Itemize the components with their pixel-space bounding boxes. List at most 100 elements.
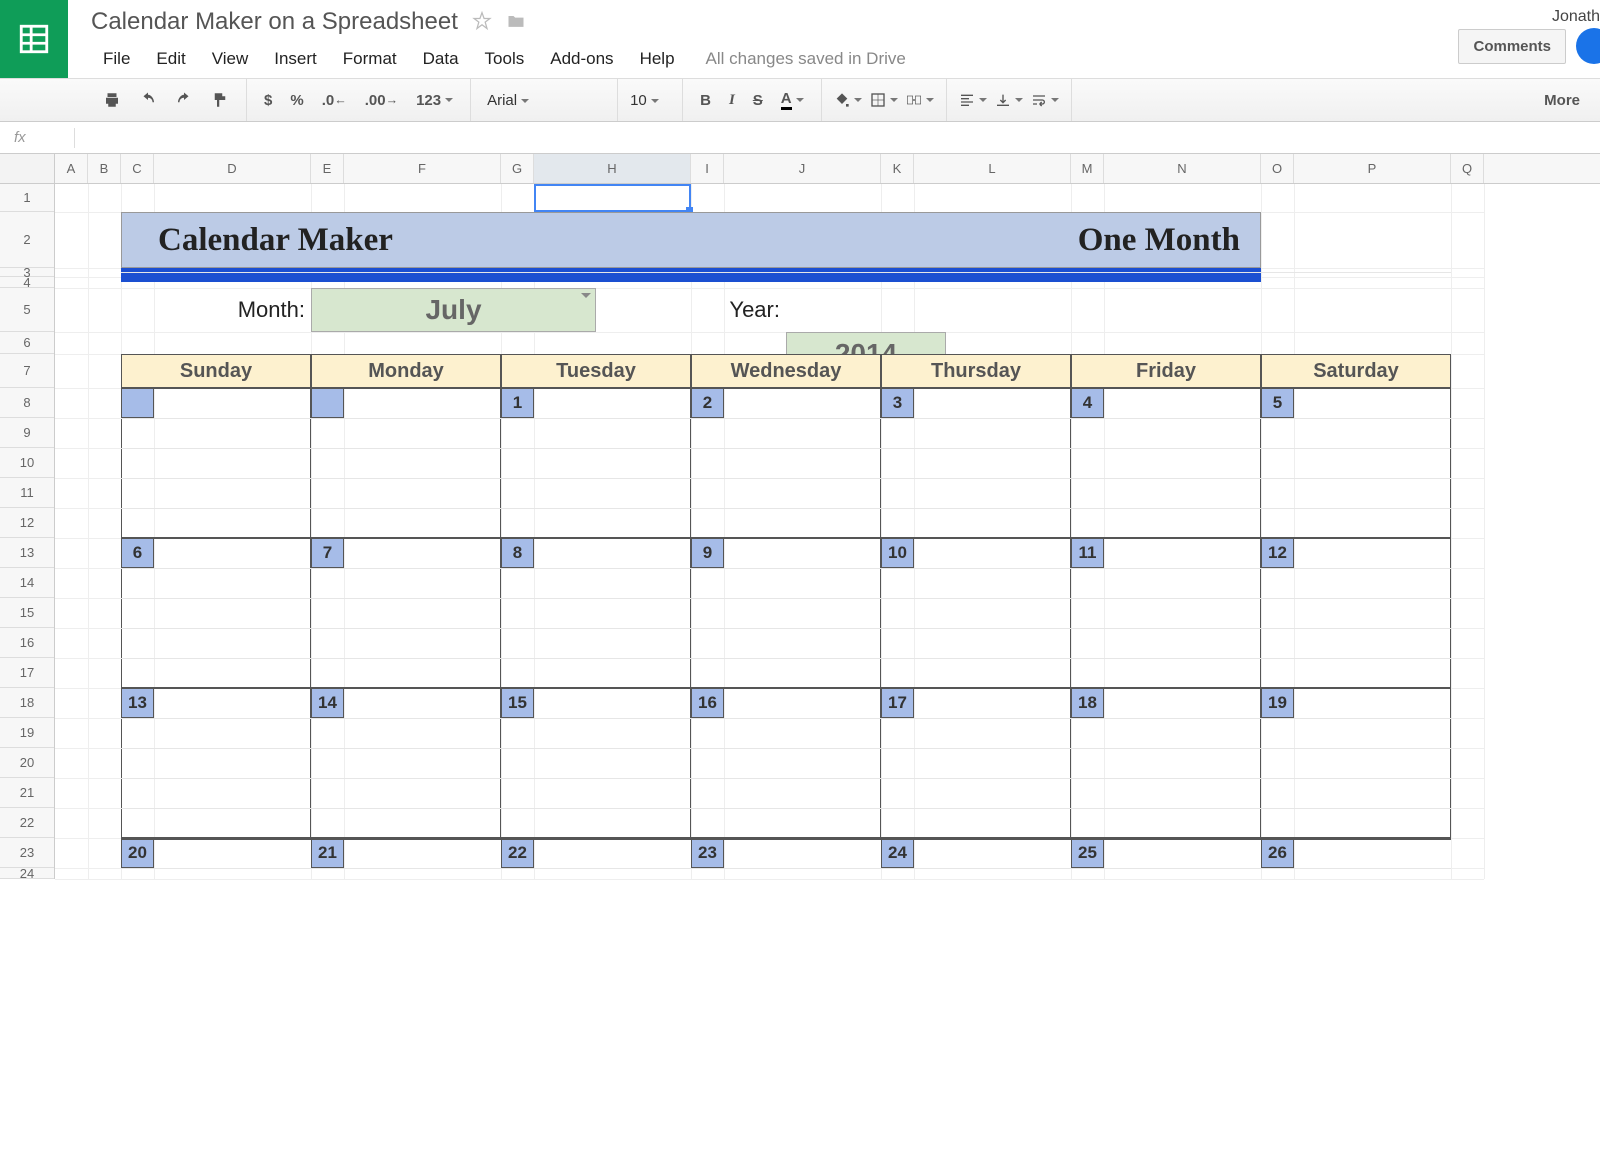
row-header-7[interactable]: 7: [0, 354, 54, 388]
date-cell[interactable]: 7: [311, 538, 344, 568]
date-cell[interactable]: 12: [1261, 538, 1294, 568]
merge-button[interactable]: [905, 85, 935, 115]
menu-edit[interactable]: Edit: [143, 45, 198, 73]
row-header-15[interactable]: 15: [0, 598, 54, 628]
date-cell[interactable]: 6: [121, 538, 154, 568]
col-header-O[interactable]: O: [1261, 154, 1294, 183]
font-select[interactable]: Arial: [479, 88, 609, 113]
menu-file[interactable]: File: [90, 45, 143, 73]
date-cell[interactable]: 22: [501, 838, 534, 868]
font-size-select[interactable]: 10: [626, 88, 674, 113]
date-cell[interactable]: 14: [311, 688, 344, 718]
date-cell[interactable]: 4: [1071, 388, 1104, 418]
strikethrough-button[interactable]: S: [747, 85, 769, 115]
date-cell[interactable]: 26: [1261, 838, 1294, 868]
menu-help[interactable]: Help: [627, 45, 688, 73]
undo-icon[interactable]: [133, 85, 163, 115]
row-header-10[interactable]: 10: [0, 448, 54, 478]
date-cell[interactable]: [311, 388, 344, 418]
col-header-F[interactable]: F: [344, 154, 501, 183]
row-header-9[interactable]: 9: [0, 418, 54, 448]
date-cell[interactable]: 24: [881, 838, 914, 868]
row-header-5[interactable]: 5: [0, 288, 54, 332]
col-header-I[interactable]: I: [691, 154, 724, 183]
row-header-12[interactable]: 12: [0, 508, 54, 538]
month-dropdown[interactable]: July: [311, 288, 596, 332]
date-cell[interactable]: 23: [691, 838, 724, 868]
row-header-6[interactable]: 6: [0, 332, 54, 354]
halign-button[interactable]: [958, 85, 988, 115]
formula-input[interactable]: [85, 122, 1600, 153]
col-header-H[interactable]: H: [534, 154, 691, 183]
col-header-L[interactable]: L: [914, 154, 1071, 183]
paint-format-icon[interactable]: [205, 85, 235, 115]
cells-area[interactable]: Calendar Maker One Month Month: July Yea…: [55, 184, 1600, 879]
menu-tools[interactable]: Tools: [472, 45, 538, 73]
col-header-A[interactable]: A: [55, 154, 88, 183]
col-header-P[interactable]: P: [1294, 154, 1451, 183]
row-header-17[interactable]: 17: [0, 658, 54, 688]
row-header-11[interactable]: 11: [0, 478, 54, 508]
inc-decimal-button[interactable]: .00→: [359, 85, 404, 115]
menu-format[interactable]: Format: [330, 45, 410, 73]
more-button[interactable]: More: [1524, 92, 1600, 109]
row-header-2[interactable]: 2: [0, 212, 54, 268]
date-cell[interactable]: 25: [1071, 838, 1104, 868]
date-cell[interactable]: 17: [881, 688, 914, 718]
menu-addons[interactable]: Add-ons: [537, 45, 626, 73]
row-header-13[interactable]: 13: [0, 538, 54, 568]
date-cell[interactable]: 5: [1261, 388, 1294, 418]
wrap-button[interactable]: [1030, 85, 1060, 115]
date-cell[interactable]: [121, 388, 154, 418]
percent-button[interactable]: %: [284, 85, 309, 115]
row-header-1[interactable]: 1: [0, 184, 54, 212]
comments-button[interactable]: Comments: [1458, 29, 1566, 64]
dec-decimal-button[interactable]: .0←: [316, 85, 353, 115]
date-cell[interactable]: 19: [1261, 688, 1294, 718]
col-header-D[interactable]: D: [154, 154, 311, 183]
folder-icon[interactable]: [506, 11, 526, 34]
col-header-B[interactable]: B: [88, 154, 121, 183]
row-header-4[interactable]: 4: [0, 277, 54, 288]
col-header-M[interactable]: M: [1071, 154, 1104, 183]
row-header-24[interactable]: 24: [0, 868, 54, 879]
col-header-G[interactable]: G: [501, 154, 534, 183]
doc-title[interactable]: Calendar Maker on a Spreadsheet: [91, 8, 458, 36]
date-cell[interactable]: 8: [501, 538, 534, 568]
date-cell[interactable]: 11: [1071, 538, 1104, 568]
sheets-logo[interactable]: [0, 0, 68, 78]
row-header-14[interactable]: 14: [0, 568, 54, 598]
bold-button[interactable]: B: [694, 85, 717, 115]
col-header-C[interactable]: C: [121, 154, 154, 183]
row-header-8[interactable]: 8: [0, 388, 54, 418]
italic-button[interactable]: I: [723, 85, 741, 115]
date-cell[interactable]: 9: [691, 538, 724, 568]
date-cell[interactable]: 20: [121, 838, 154, 868]
row-header-16[interactable]: 16: [0, 628, 54, 658]
row-header-20[interactable]: 20: [0, 748, 54, 778]
date-cell[interactable]: 16: [691, 688, 724, 718]
menu-data[interactable]: Data: [410, 45, 472, 73]
row-header-18[interactable]: 18: [0, 688, 54, 718]
col-header-K[interactable]: K: [881, 154, 914, 183]
date-cell[interactable]: 18: [1071, 688, 1104, 718]
fill-color-button[interactable]: [833, 85, 863, 115]
menu-view[interactable]: View: [199, 45, 262, 73]
text-color-button[interactable]: A: [775, 85, 810, 115]
row-header-23[interactable]: 23: [0, 838, 54, 868]
col-header-J[interactable]: J: [724, 154, 881, 183]
date-cell[interactable]: 13: [121, 688, 154, 718]
date-cell[interactable]: 21: [311, 838, 344, 868]
star-icon[interactable]: [472, 11, 492, 34]
redo-icon[interactable]: [169, 85, 199, 115]
col-header-N[interactable]: N: [1104, 154, 1261, 183]
date-cell[interactable]: 1: [501, 388, 534, 418]
col-header-E[interactable]: E: [311, 154, 344, 183]
print-icon[interactable]: [97, 85, 127, 115]
date-cell[interactable]: 15: [501, 688, 534, 718]
col-header-Q[interactable]: Q: [1451, 154, 1484, 183]
row-header-22[interactable]: 22: [0, 808, 54, 838]
date-cell[interactable]: 10: [881, 538, 914, 568]
currency-button[interactable]: $: [258, 85, 278, 115]
date-cell[interactable]: 3: [881, 388, 914, 418]
